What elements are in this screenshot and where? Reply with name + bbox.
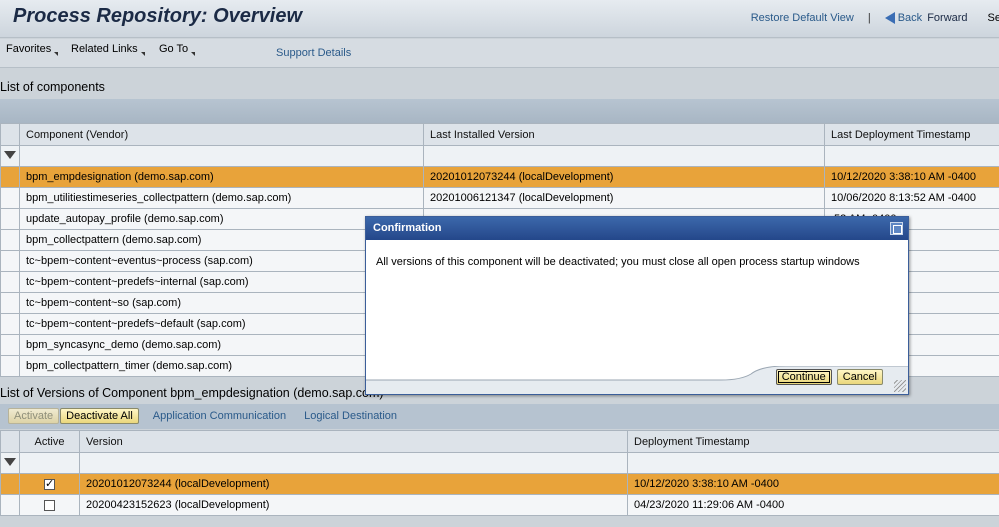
column-header-deployment-timestamp[interactable]: Deployment Timestamp — [627, 430, 999, 453]
header-divider: | — [867, 12, 871, 24]
cutoff-link[interactable]: Se — [988, 12, 999, 24]
support-details-link[interactable]: Support Details — [276, 47, 351, 59]
components-section-title: List of components — [0, 80, 105, 94]
versions-header-row: Active Version Deployment Timestamp — [0, 430, 999, 453]
continue-button[interactable]: Continue — [775, 369, 832, 385]
cell-component: tc~bpem~content~predefs~default (sap.com… — [19, 313, 424, 335]
cell-version: 20201012073244 (localDevelopment) — [79, 473, 628, 495]
row-selector[interactable] — [0, 313, 20, 335]
row-selector[interactable] — [0, 208, 20, 230]
cell-component: bpm_collectpattern (demo.sap.com) — [19, 229, 424, 251]
cell-component: bpm_syncasync_demo (demo.sap.com) — [19, 334, 424, 356]
cell-component: tc~bpem~content~predefs~internal (sap.co… — [19, 271, 424, 293]
logical-destination-link[interactable]: Logical Destination — [304, 410, 397, 422]
active-checkbox[interactable] — [44, 477, 55, 490]
table-row[interactable]: bpm_empdesignation (demo.sap.com) 2020101… — [0, 166, 999, 188]
deactivate-all-button[interactable]: Deactivate All — [60, 408, 139, 424]
cell-version: 20201012073244 (localDevelopment) — [423, 166, 825, 188]
cell-component: update_autopay_profile (demo.sap.com) — [19, 208, 424, 230]
cell-version: 20201006121347 (localDevelopment) — [423, 187, 825, 209]
column-header-active[interactable]: Active — [19, 430, 80, 453]
dialog-message: All versions of this component will be d… — [376, 256, 860, 268]
row-selector[interactable] — [0, 473, 20, 495]
menu-go-to-label: Go To — [159, 43, 189, 55]
filter-cell-active[interactable] — [19, 452, 80, 474]
cell-active — [19, 473, 80, 495]
column-header-last-deployment-timestamp[interactable]: Last Deployment Timestamp — [824, 123, 999, 146]
filter-toggle[interactable] — [0, 452, 20, 474]
header-links: Restore Default View | Back Forward Se — [751, 10, 999, 26]
table-row[interactable]: 20201012073244 (localDevelopment)10/12/2… — [0, 473, 999, 495]
column-header-version[interactable]: Version — [79, 430, 628, 453]
filter-cell-timestamp[interactable] — [627, 452, 999, 474]
row-selector[interactable] — [0, 250, 20, 272]
components-toolbar-bar — [0, 99, 999, 123]
chevron-down-icon — [191, 52, 196, 56]
table-row[interactable]: 20200423152623 (localDevelopment) 04/23/2… — [0, 494, 999, 516]
menu-related-links[interactable]: Related Links — [71, 43, 145, 56]
filter-row — [0, 452, 999, 474]
cell-timestamp: 10/12/2020 3:38:10 AM -0400 — [824, 166, 999, 188]
cell-component: bpm_empdesignation (demo.sap.com) — [19, 166, 424, 188]
filter-icon[interactable] — [4, 151, 16, 159]
filter-cell-version[interactable] — [79, 452, 628, 474]
page-header: Process Repository: Overview Restore Def… — [0, 0, 999, 38]
back-arrow-icon[interactable] — [884, 12, 895, 24]
row-selector[interactable] — [0, 187, 20, 209]
dialog-title-bar[interactable]: Confirmation — [366, 217, 908, 240]
components-header-row: Component (Vendor) Last Installed Versio… — [0, 123, 999, 146]
chevron-down-icon — [140, 52, 145, 56]
restore-default-view-link[interactable]: Restore Default View — [751, 12, 854, 24]
menu-bar: Favorites Related Links Go To Support De… — [0, 39, 999, 68]
cell-timestamp: 10/06/2020 8:13:52 AM -0400 — [824, 187, 999, 209]
row-selector[interactable] — [0, 494, 20, 516]
cell-component: tc~bpem~content~eventus~process (sap.com… — [19, 250, 424, 272]
resize-grip-icon[interactable] — [894, 380, 906, 392]
filter-cell-version[interactable] — [423, 145, 825, 167]
row-selector[interactable] — [0, 355, 20, 377]
page-title: Process Repository: Overview — [13, 5, 303, 27]
versions-section-title: List of Versions of Component bpm_empdes… — [0, 386, 384, 400]
row-selector-header — [0, 430, 20, 453]
filter-cell-component[interactable] — [19, 145, 424, 167]
cell-timestamp: 10/12/2020 3:38:10 AM -0400 — [627, 473, 999, 495]
cell-timestamp: 04/23/2020 11:29:06 AM -0400 — [627, 494, 999, 516]
row-selector[interactable] — [0, 334, 20, 356]
activate-button[interactable]: Activate — [8, 408, 60, 424]
row-selector[interactable] — [0, 271, 20, 293]
menu-favorites-label: Favorites — [6, 43, 52, 55]
menu-go-to[interactable]: Go To — [159, 43, 196, 56]
forward-link[interactable]: Forward — [927, 12, 967, 24]
filter-toggle[interactable] — [0, 145, 20, 167]
column-header-last-installed-version[interactable]: Last Installed Version — [423, 123, 825, 146]
menu-related-links-label: Related Links — [71, 43, 138, 55]
chevron-down-icon — [54, 52, 59, 56]
cell-component: bpm_utilitiestimeseries_collectpattern (… — [19, 187, 424, 209]
cell-component: tc~bpem~content~so (sap.com) — [19, 292, 424, 314]
versions-toolbar: Activate Deactivate All Application Comm… — [8, 407, 402, 425]
application-communication-link[interactable]: Application Communication — [153, 410, 286, 422]
cancel-button[interactable]: Cancel — [836, 369, 883, 385]
dialog-title: Confirmation — [373, 222, 442, 234]
table-row[interactable]: bpm_utilitiestimeseries_collectpattern (… — [0, 187, 999, 209]
cell-active — [19, 494, 80, 516]
active-checkbox[interactable] — [44, 499, 55, 511]
process-repository-app: Process Repository: Overview Restore Def… — [0, 0, 999, 527]
row-selector[interactable] — [0, 166, 20, 188]
cell-version: 20200423152623 (localDevelopment) — [79, 494, 628, 516]
confirmation-dialog: Confirmation All versions of this compon… — [365, 216, 909, 395]
row-selector-header — [0, 123, 20, 146]
menu-favorites[interactable]: Favorites — [6, 43, 59, 56]
versions-table: Active Version Deployment Timestamp 2020… — [0, 430, 999, 516]
cell-component: bpm_collectpattern_timer (demo.sap.com) — [19, 355, 424, 377]
column-header-component[interactable]: Component (Vendor) — [19, 123, 424, 146]
row-selector[interactable] — [0, 292, 20, 314]
filter-icon[interactable] — [4, 458, 16, 466]
filter-cell-timestamp[interactable] — [824, 145, 999, 167]
maximize-icon[interactable] — [890, 222, 903, 235]
row-selector[interactable] — [0, 229, 20, 251]
back-link[interactable]: Back — [898, 12, 922, 24]
dialog-buttons: Continue Cancel — [772, 369, 884, 385]
filter-row — [0, 145, 999, 167]
